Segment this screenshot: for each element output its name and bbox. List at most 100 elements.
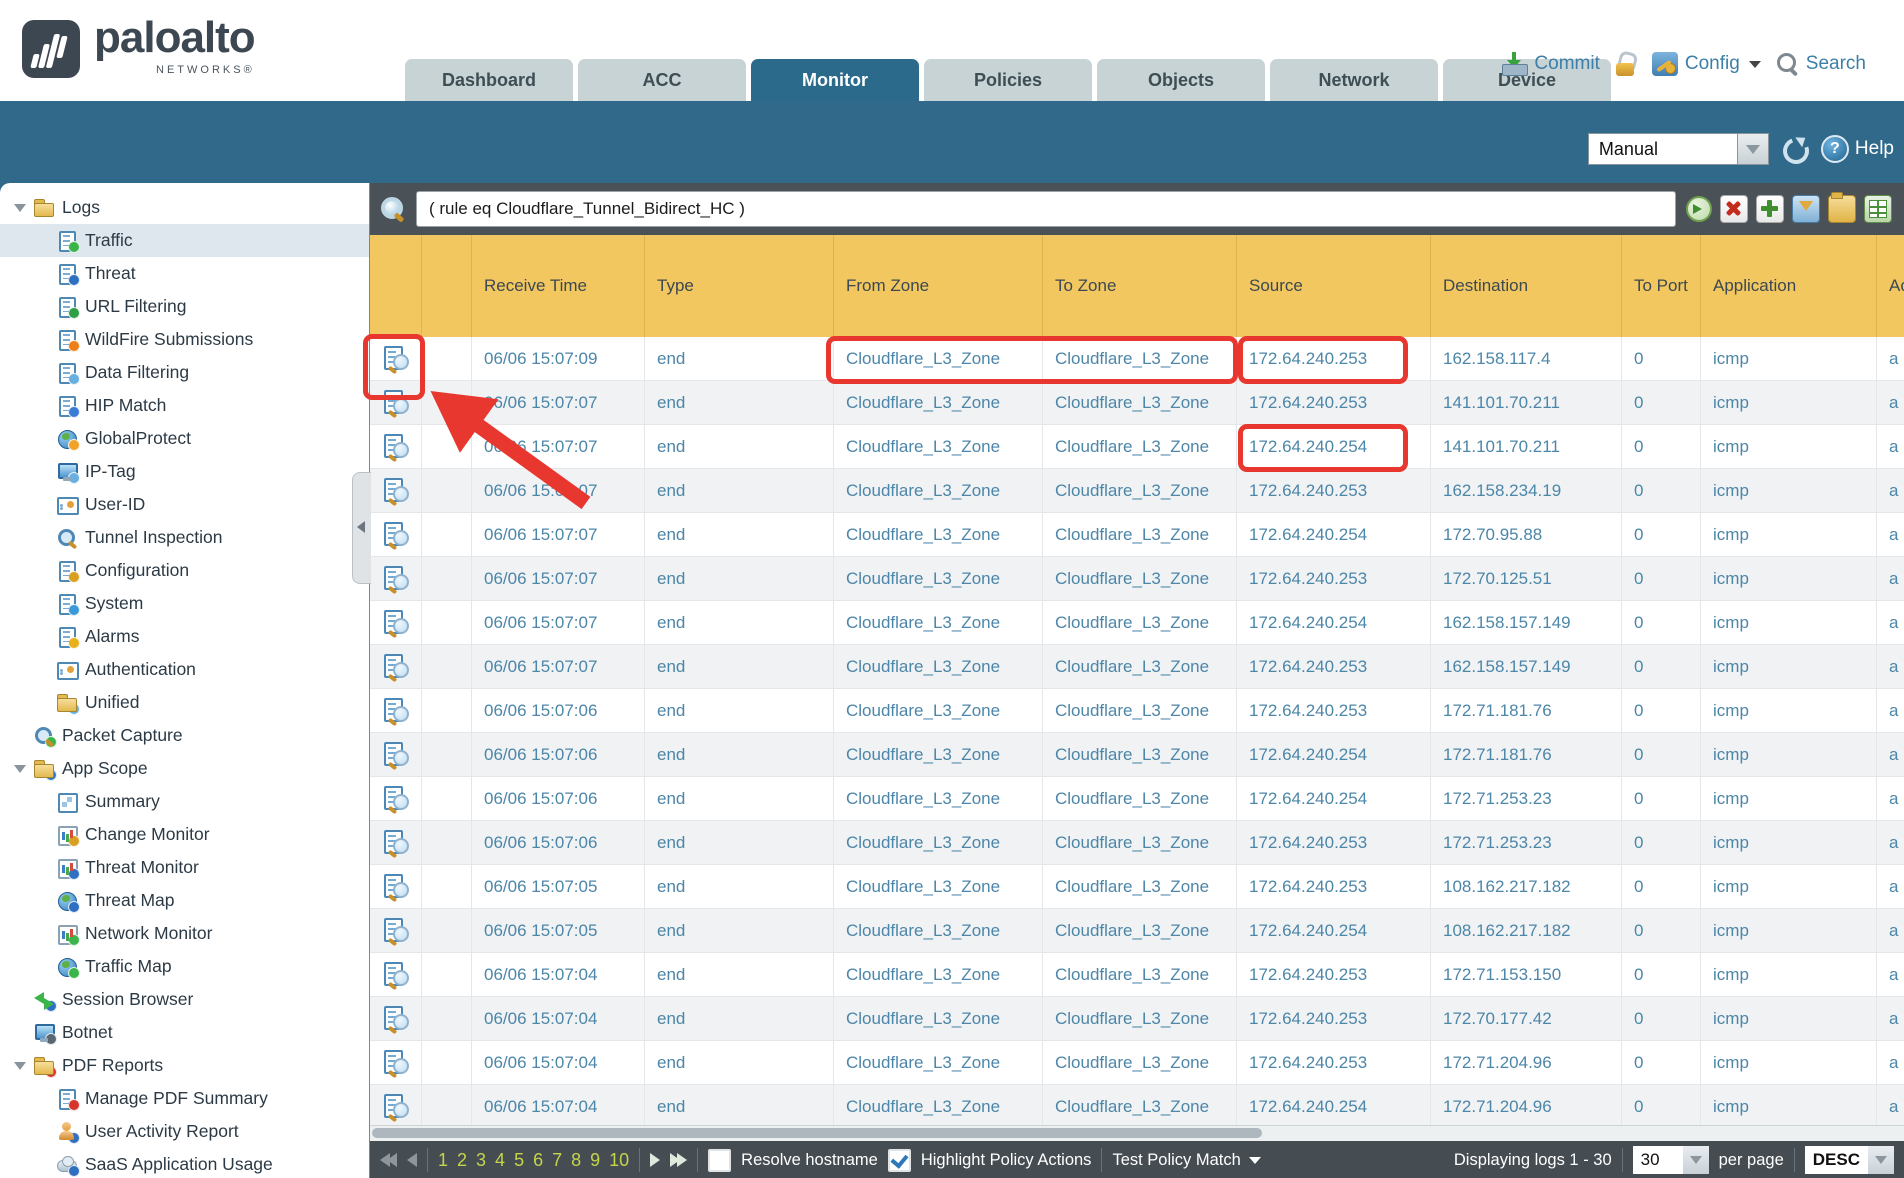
cell-destination[interactable]: 172.71.253.23 bbox=[1430, 777, 1621, 821]
log-detail-icon[interactable] bbox=[383, 345, 409, 373]
cell-source[interactable]: 172.64.240.253 bbox=[1236, 381, 1430, 425]
cell-source[interactable]: 172.64.240.253 bbox=[1236, 337, 1430, 381]
sort-order-dropdown-button[interactable] bbox=[1868, 1146, 1894, 1174]
cell-from-zone[interactable]: Cloudflare_L3_Zone bbox=[833, 557, 1042, 601]
commit-button[interactable]: Commit bbox=[1501, 52, 1599, 76]
cell-to-zone[interactable]: Cloudflare_L3_Zone bbox=[1042, 601, 1236, 645]
cell-to-zone[interactable]: Cloudflare_L3_Zone bbox=[1042, 733, 1236, 777]
cell-source[interactable]: 172.64.240.254 bbox=[1236, 733, 1430, 777]
sidebar-item-summary[interactable]: Summary bbox=[0, 785, 369, 818]
log-detail-icon[interactable] bbox=[383, 433, 409, 461]
cell-application[interactable]: icmp bbox=[1700, 513, 1876, 557]
log-detail-icon[interactable] bbox=[383, 1049, 409, 1077]
sidebar-item-saas-application-usage[interactable]: SaaS Application Usage bbox=[0, 1148, 369, 1178]
cell-destination[interactable]: 172.71.181.76 bbox=[1430, 733, 1621, 777]
cell-from-zone[interactable]: Cloudflare_L3_Zone bbox=[833, 953, 1042, 997]
cell-to-zone[interactable]: Cloudflare_L3_Zone bbox=[1042, 777, 1236, 821]
table-row[interactable]: 06/06 15:07:04endCloudflare_L3_ZoneCloud… bbox=[370, 953, 1904, 997]
config-menu-button[interactable]: Config bbox=[1652, 52, 1761, 76]
cell-to-zone[interactable]: Cloudflare_L3_Zone bbox=[1042, 909, 1236, 953]
table-row[interactable]: 06/06 15:07:05endCloudflare_L3_ZoneCloud… bbox=[370, 865, 1904, 909]
cell-source[interactable]: 172.64.240.254 bbox=[1236, 513, 1430, 557]
refresh-mode-dropdown-button[interactable] bbox=[1738, 133, 1769, 165]
cell-from-zone[interactable]: Cloudflare_L3_Zone bbox=[833, 601, 1042, 645]
sidebar-item-manage-pdf-summary[interactable]: Manage PDF Summary bbox=[0, 1082, 369, 1115]
table-row[interactable]: 06/06 15:07:04endCloudflare_L3_ZoneCloud… bbox=[370, 1041, 1904, 1085]
cell-from-zone[interactable]: Cloudflare_L3_Zone bbox=[833, 425, 1042, 469]
sidebar-item-threat-map[interactable]: Threat Map bbox=[0, 884, 369, 917]
log-detail-icon[interactable] bbox=[383, 1005, 409, 1033]
sidebar-item-hip-match[interactable]: HIP Match bbox=[0, 389, 369, 422]
cell-to-zone[interactable]: Cloudflare_L3_Zone bbox=[1042, 865, 1236, 909]
sidebar-item-user-id[interactable]: User-ID bbox=[0, 488, 369, 521]
cell-application[interactable]: icmp bbox=[1700, 469, 1876, 513]
column-header-from-zone[interactable]: From Zone bbox=[833, 235, 1042, 337]
log-detail-icon[interactable] bbox=[383, 653, 409, 681]
page-number-3[interactable]: 3 bbox=[476, 1150, 486, 1171]
cell-application[interactable]: icmp bbox=[1700, 689, 1876, 733]
horizontal-scrollbar[interactable] bbox=[370, 1125, 1904, 1141]
cell-application[interactable]: icmp bbox=[1700, 1085, 1876, 1125]
cell-source[interactable]: 172.64.240.253 bbox=[1236, 689, 1430, 733]
sidebar-item-authentication[interactable]: Authentication bbox=[0, 653, 369, 686]
cell-application[interactable]: icmp bbox=[1700, 953, 1876, 997]
sidebar-item-threat[interactable]: Threat bbox=[0, 257, 369, 290]
next-page-button[interactable] bbox=[650, 1153, 660, 1167]
sidebar-item-threat-monitor[interactable]: Threat Monitor bbox=[0, 851, 369, 884]
sort-order-select[interactable]: DESC bbox=[1805, 1146, 1894, 1174]
save-filter-button[interactable] bbox=[1792, 195, 1820, 223]
cell-to-zone[interactable]: Cloudflare_L3_Zone bbox=[1042, 1041, 1236, 1085]
cell-source[interactable]: 172.64.240.253 bbox=[1236, 865, 1430, 909]
tab-network[interactable]: Network bbox=[1270, 59, 1438, 101]
column-header-type[interactable]: Type bbox=[644, 235, 833, 337]
sidebar-item-tunnel-inspection[interactable]: Tunnel Inspection bbox=[0, 521, 369, 554]
log-detail-icon[interactable] bbox=[383, 609, 409, 637]
cell-from-zone[interactable]: Cloudflare_L3_Zone bbox=[833, 469, 1042, 513]
cell-destination[interactable]: 172.70.177.42 bbox=[1430, 997, 1621, 1041]
sidebar-item-traffic-map[interactable]: Traffic Map bbox=[0, 950, 369, 983]
cell-application[interactable]: icmp bbox=[1700, 865, 1876, 909]
column-header-receive-time[interactable]: Receive Time bbox=[471, 235, 644, 337]
log-detail-icon[interactable] bbox=[383, 697, 409, 725]
cell-application[interactable]: icmp bbox=[1700, 337, 1876, 381]
cell-to-zone[interactable]: Cloudflare_L3_Zone bbox=[1042, 469, 1236, 513]
page-number-10[interactable]: 10 bbox=[609, 1150, 629, 1171]
table-row[interactable]: 06/06 15:07:07endCloudflare_L3_ZoneCloud… bbox=[370, 557, 1904, 601]
tab-policies[interactable]: Policies bbox=[924, 59, 1092, 101]
cell-destination[interactable]: 162.158.157.149 bbox=[1430, 601, 1621, 645]
column-header-source[interactable]: Source bbox=[1236, 235, 1430, 337]
cell-application[interactable]: icmp bbox=[1700, 733, 1876, 777]
refresh-mode-select[interactable]: Manual bbox=[1588, 133, 1769, 165]
table-row[interactable]: 06/06 15:07:06endCloudflare_L3_ZoneCloud… bbox=[370, 821, 1904, 865]
log-detail-icon[interactable] bbox=[383, 961, 409, 989]
test-policy-match-button[interactable]: Test Policy Match bbox=[1112, 1151, 1260, 1170]
log-detail-icon[interactable] bbox=[383, 565, 409, 593]
cell-application[interactable]: icmp bbox=[1700, 909, 1876, 953]
prev-page-button[interactable] bbox=[407, 1153, 417, 1167]
log-detail-icon[interactable] bbox=[383, 917, 409, 945]
export-logs-button[interactable] bbox=[1864, 195, 1892, 223]
table-row[interactable]: 06/06 15:07:07endCloudflare_L3_ZoneCloud… bbox=[370, 469, 1904, 513]
cell-to-zone[interactable]: Cloudflare_L3_Zone bbox=[1042, 1085, 1236, 1125]
cell-application[interactable]: icmp bbox=[1700, 557, 1876, 601]
cell-from-zone[interactable]: Cloudflare_L3_Zone bbox=[833, 337, 1042, 381]
column-header-to-port[interactable]: To Port bbox=[1621, 235, 1700, 337]
cell-source[interactable]: 172.64.240.253 bbox=[1236, 645, 1430, 689]
log-detail-icon[interactable] bbox=[383, 873, 409, 901]
log-detail-icon[interactable] bbox=[383, 521, 409, 549]
cell-application[interactable]: icmp bbox=[1700, 997, 1876, 1041]
tab-objects[interactable]: Objects bbox=[1097, 59, 1265, 101]
table-row[interactable]: 06/06 15:07:06endCloudflare_L3_ZoneCloud… bbox=[370, 689, 1904, 733]
table-row[interactable]: 06/06 15:07:07endCloudflare_L3_ZoneCloud… bbox=[370, 645, 1904, 689]
highlight-policy-actions-checkbox[interactable] bbox=[888, 1149, 911, 1172]
expand-triangle-icon[interactable] bbox=[14, 1062, 26, 1070]
cell-application[interactable]: icmp bbox=[1700, 645, 1876, 689]
cell-application[interactable]: icmp bbox=[1700, 1041, 1876, 1085]
page-number-5[interactable]: 5 bbox=[514, 1150, 524, 1171]
cell-from-zone[interactable]: Cloudflare_L3_Zone bbox=[833, 777, 1042, 821]
table-row[interactable]: 06/06 15:07:07endCloudflare_L3_ZoneCloud… bbox=[370, 381, 1904, 425]
help-button[interactable]: ? Help bbox=[1821, 135, 1894, 163]
sidebar-item-packet-capture[interactable]: Packet Capture bbox=[0, 719, 369, 752]
sidebar-item-botnet[interactable]: Botnet bbox=[0, 1016, 369, 1049]
cell-application[interactable]: icmp bbox=[1700, 777, 1876, 821]
